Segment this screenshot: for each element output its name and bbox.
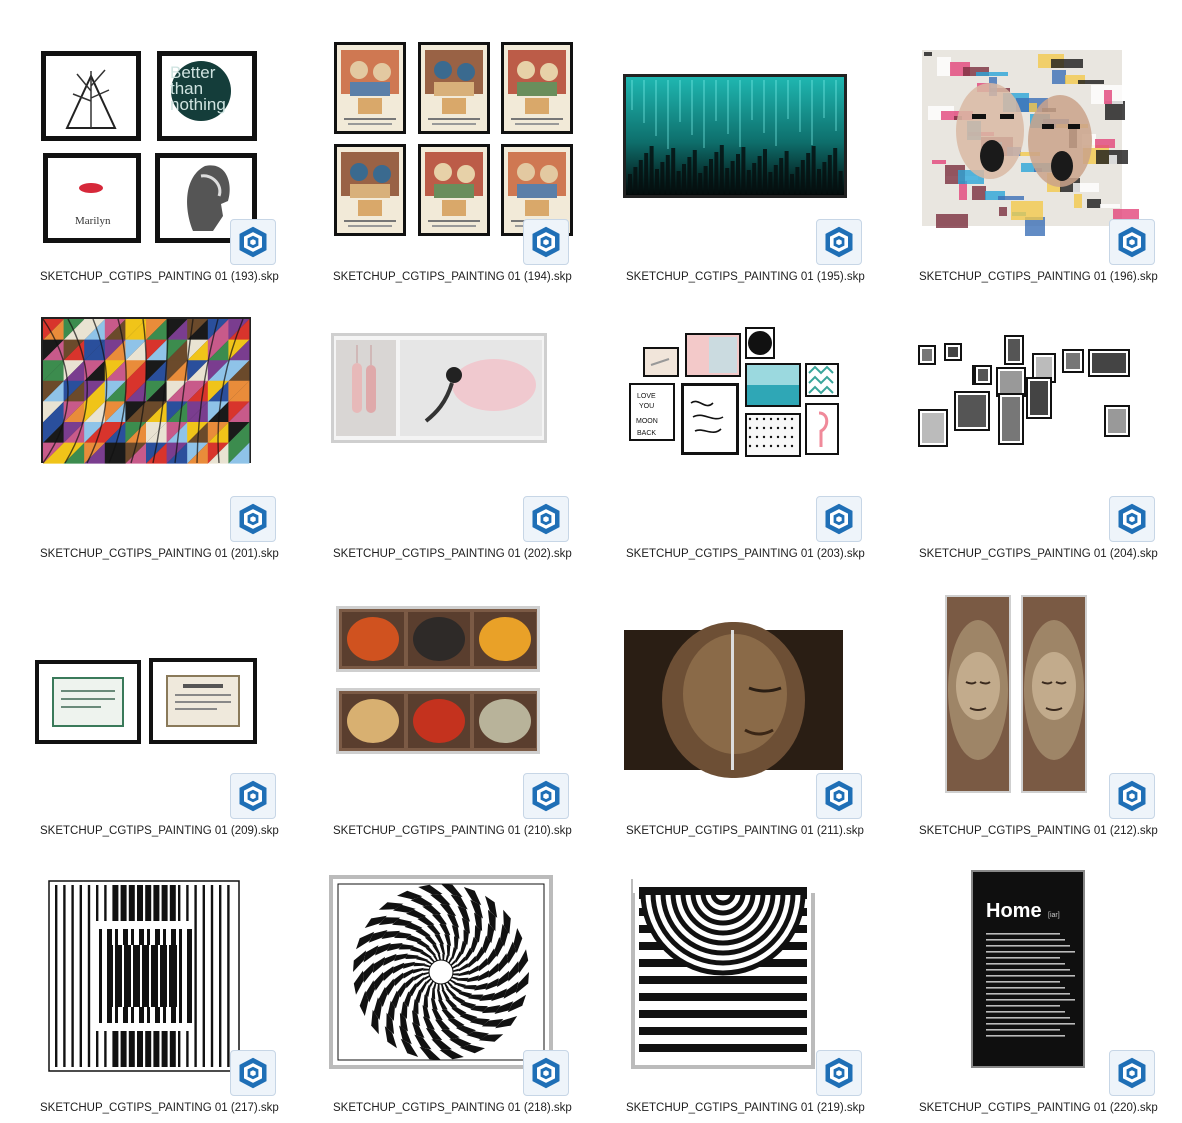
file-name-label[interactable]: SKETCHUP_CGTIPS_PAINTING 01 (212).skp [919, 825, 1182, 837]
thumbnail-graffiti-faces[interactable] [912, 36, 1162, 246]
file-tile[interactable]: Better than nothing Marilyn SKETCHUP_CGT… [33, 36, 313, 286]
thumbnail-buddha-panels[interactable] [912, 590, 1162, 800]
print-text-marilyn: Marilyn [75, 215, 111, 227]
sketchup-logo-icon [1109, 219, 1155, 265]
file-name-label[interactable]: SKETCHUP_CGTIPS_PAINTING 01 (211).skp [626, 825, 896, 837]
thumbnail-op-art-stripes[interactable] [33, 867, 283, 1077]
svg-text:MOON: MOON [636, 418, 658, 425]
file-name-label[interactable]: SKETCHUP_CGTIPS_PAINTING 01 (217).skp [40, 1102, 310, 1114]
file-name-label[interactable]: SKETCHUP_CGTIPS_PAINTING 01 (195).skp [626, 271, 896, 283]
file-tile[interactable]: SKETCHUP_CGTIPS_PAINTING 01 (211).skp [619, 590, 899, 840]
sketchup-logo-icon [816, 219, 862, 265]
sketchup-logo-icon [230, 773, 276, 819]
svg-text:BACK: BACK [637, 430, 656, 437]
file-tile[interactable]: SKETCHUP_CGTIPS_PAINTING 01 (212).skp [912, 590, 1182, 840]
file-name-label[interactable]: SKETCHUP_CGTIPS_PAINTING 01 (210).skp [333, 825, 603, 837]
svg-text:LOVE: LOVE [637, 393, 656, 400]
sketchup-logo-icon [230, 219, 276, 265]
file-tile[interactable]: LOVE YOU MOON BACK SKETCHUP_CGTIPS_PAINTING… [619, 313, 899, 563]
sketchup-logo-icon [816, 496, 862, 542]
file-tile[interactable]: SKETCHUP_CGTIPS_PAINTING 01 (196).skp [912, 36, 1182, 286]
file-tile[interactable]: SKETCHUP_CGTIPS_PAINTING 01 (194).skp [326, 36, 606, 286]
sketchup-logo-icon [816, 773, 862, 819]
thumbnail-certificates[interactable] [33, 590, 283, 800]
thumbnail-home-typography[interactable]: Home [iar] [912, 867, 1162, 1077]
file-name-label[interactable]: SKETCHUP_CGTIPS_PAINTING 01 (204).skp [919, 548, 1182, 560]
home-print-title: Home [986, 900, 1042, 922]
file-name-label[interactable]: SKETCHUP_CGTIPS_PAINTING 01 (196).skp [919, 271, 1182, 283]
sketchup-logo-icon [816, 1050, 862, 1096]
svg-text:YOU: YOU [639, 403, 654, 410]
file-tile[interactable]: SKETCHUP_CGTIPS_PAINTING 01 (209).skp [33, 590, 313, 840]
sketchup-logo-icon [1109, 1050, 1155, 1096]
sketchup-logo-icon [1109, 496, 1155, 542]
home-print-phonetic: [iar] [1048, 912, 1060, 919]
file-tile[interactable]: SKETCHUP_CGTIPS_PAINTING 01 (217).skp [33, 867, 313, 1117]
file-tile[interactable]: SKETCHUP_CGTIPS_PAINTING 01 (201).skp [33, 313, 313, 563]
file-browser-view: { "files": [ {"name": "SKETCHUP_CGTIPS_P… [0, 0, 1182, 1123]
thumbnail-ballet-diptych[interactable] [326, 313, 576, 523]
thumbnail-mixed-art-prints-2x2[interactable]: Better than nothing Marilyn [33, 36, 283, 246]
thumbnail-buddha-diptych[interactable] [619, 590, 869, 800]
file-tile[interactable]: SKETCHUP_CGTIPS_PAINTING 01 (218).skp [326, 867, 606, 1117]
file-name-label[interactable]: SKETCHUP_CGTIPS_PAINTING 01 (194).skp [333, 271, 603, 283]
file-tile[interactable]: SKETCHUP_CGTIPS_PAINTING 01 (202).skp [326, 313, 606, 563]
print-text-nothing: nothing [170, 95, 226, 114]
sketchup-logo-icon [230, 1050, 276, 1096]
file-name-label[interactable]: SKETCHUP_CGTIPS_PAINTING 01 (193).skp [40, 271, 310, 283]
file-name-label[interactable]: SKETCHUP_CGTIPS_PAINTING 01 (219).skp [626, 1102, 896, 1114]
sketchup-logo-icon [523, 219, 569, 265]
sketchup-logo-icon [523, 496, 569, 542]
thumbnail-vintage-ads-3x2[interactable] [326, 36, 576, 246]
file-tile[interactable]: SKETCHUP_CGTIPS_PAINTING 01 (219).skp [619, 867, 899, 1117]
thumbnail-op-art-spiral[interactable] [326, 867, 576, 1077]
thumbnail-gallery-wall-bw[interactable] [912, 313, 1162, 523]
file-tile[interactable]: Home [iar] SKETCHUP_CGTIPS_PAINTING 01 (… [912, 867, 1182, 1117]
file-name-label[interactable]: SKETCHUP_CGTIPS_PAINTING 01 (218).skp [333, 1102, 603, 1114]
file-name-label[interactable]: SKETCHUP_CGTIPS_PAINTING 01 (203).skp [626, 548, 896, 560]
file-tile[interactable]: SKETCHUP_CGTIPS_PAINTING 01 (210).skp [326, 590, 606, 840]
sketchup-logo-icon [230, 496, 276, 542]
thumbnail-spices[interactable] [326, 590, 576, 800]
thumbnail-colorful-geometric[interactable] [33, 313, 283, 523]
file-name-label[interactable]: SKETCHUP_CGTIPS_PAINTING 01 (202).skp [333, 548, 603, 560]
thumbnail-teal-abstract-wide[interactable] [619, 36, 869, 246]
file-tile[interactable]: SKETCHUP_CGTIPS_PAINTING 01 (204).skp [912, 313, 1182, 563]
file-name-label[interactable]: SKETCHUP_CGTIPS_PAINTING 01 (201).skp [40, 548, 310, 560]
sketchup-logo-icon [1109, 773, 1155, 819]
file-name-label[interactable]: SKETCHUP_CGTIPS_PAINTING 01 (209).skp [40, 825, 310, 837]
file-tile[interactable]: SKETCHUP_CGTIPS_PAINTING 01 (195).skp [619, 36, 899, 286]
file-name-label[interactable]: SKETCHUP_CGTIPS_PAINTING 01 (220).skp [919, 1102, 1182, 1114]
thumbnail-gallery-wall-color[interactable]: LOVE YOU MOON BACK [619, 313, 869, 523]
sketchup-logo-icon [523, 1050, 569, 1096]
sketchup-logo-icon [523, 773, 569, 819]
thumbnail-op-art-arcs[interactable] [619, 867, 869, 1077]
